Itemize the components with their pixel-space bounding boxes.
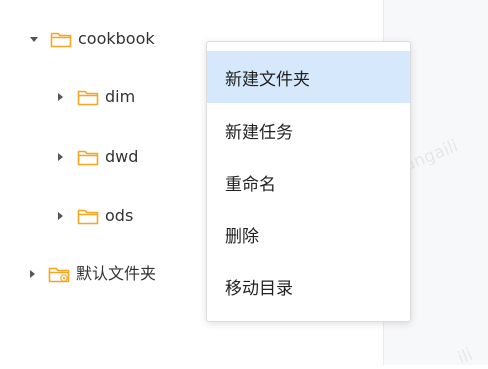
default-folder-icon [48, 266, 70, 283]
menu-item-new-task[interactable]: 新建任务 [207, 104, 410, 156]
tree-node-label: ods [105, 206, 134, 225]
expand-arrow-icon[interactable] [30, 270, 35, 278]
tree-node-dwd[interactable]: dwd [58, 145, 138, 169]
tree-node-label: cookbook [78, 29, 155, 48]
tree-node-label: dwd [105, 147, 139, 166]
tree-node-cookbook[interactable]: cookbook [30, 27, 155, 51]
menu-item-rename[interactable]: 重命名 [207, 156, 410, 208]
menu-item-delete[interactable]: 删除 [207, 208, 410, 260]
tree-node-default-folder[interactable]: 默认文件夹 [30, 262, 156, 286]
tree-node-dim[interactable]: dim [58, 85, 135, 109]
context-menu: 新建文件夹 新建任务 重命名 删除 移动目录 [206, 41, 411, 322]
tree-node-label: dim [105, 87, 136, 106]
tree-node-ods[interactable]: ods [58, 204, 133, 228]
menu-item-move-directory[interactable]: 移动目录 [207, 260, 410, 312]
folder-icon [77, 208, 99, 225]
menu-item-new-folder[interactable]: 新建文件夹 [207, 51, 410, 103]
folder-icon [77, 149, 99, 166]
expand-arrow-icon[interactable] [58, 93, 63, 101]
tree-node-label: 默认文件夹 [76, 264, 157, 283]
expand-arrow-icon[interactable] [58, 153, 63, 161]
folder-open-icon [50, 31, 72, 48]
expand-arrow-icon[interactable] [58, 212, 63, 220]
collapse-arrow-icon[interactable] [30, 36, 38, 42]
folder-icon [77, 89, 99, 106]
